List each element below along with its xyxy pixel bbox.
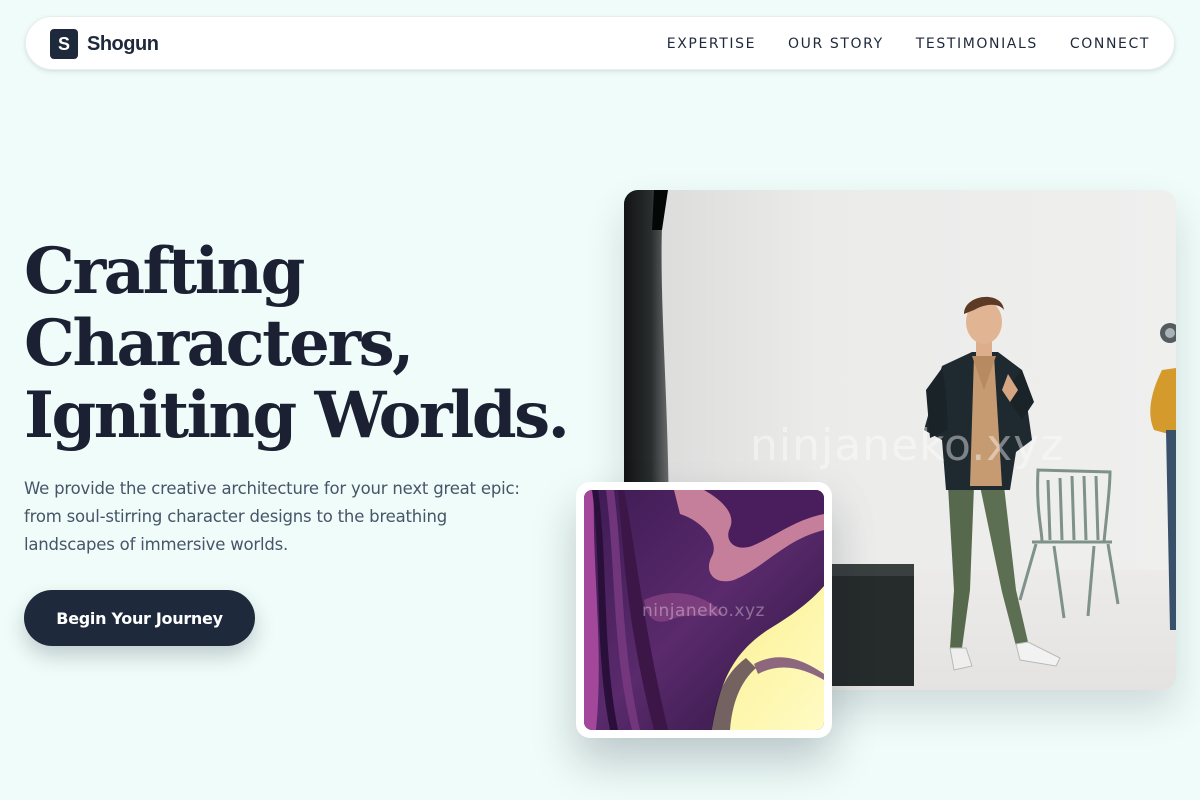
top-navbar: S Shogun EXPERTISE OUR STORY TESTIMONIAL… (25, 16, 1175, 70)
abstract-art-image (584, 490, 824, 730)
nav-link-testimonials[interactable]: TESTIMONIALS (916, 36, 1038, 52)
nav-link-connect[interactable]: CONNECT (1070, 36, 1150, 52)
abstract-art-card (576, 482, 832, 738)
nav-link-our-story[interactable]: OUR STORY (788, 36, 884, 52)
begin-journey-button[interactable]: Begin Your Journey (24, 590, 255, 646)
hero-description: We provide the creative architecture for… (24, 479, 520, 554)
hero-title: Crafting Characters, Igniting Worlds. (24, 236, 594, 452)
nav-links: EXPERTISE OUR STORY TESTIMONIALS CONNECT (667, 17, 1150, 71)
nav-link-expertise[interactable]: EXPERTISE (667, 36, 756, 52)
logo-mark: S (50, 29, 78, 59)
hero-title-line-1: Crafting (24, 234, 305, 309)
hero-title-line-3: Igniting Worlds. (24, 378, 570, 453)
brand-logo[interactable]: S Shogun (50, 29, 159, 59)
hero-title-line-2: Characters, (24, 306, 414, 381)
brand-name: Shogun (87, 32, 159, 55)
